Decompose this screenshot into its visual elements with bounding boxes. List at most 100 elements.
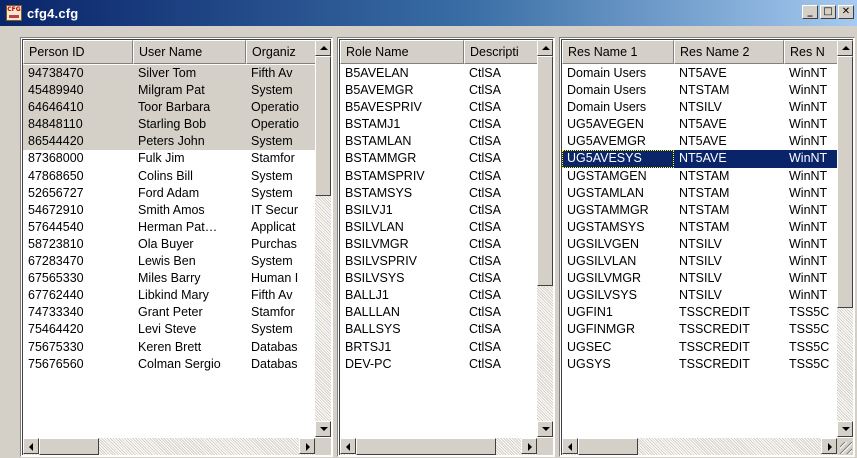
scroll-right-button[interactable]	[821, 438, 837, 454]
role-row[interactable]: BSTAMMGR CtlSA	[340, 150, 538, 167]
person-row[interactable]: 74733340 Grant Peter Stamfor	[23, 304, 316, 321]
role-row[interactable]: B5AVEMGR CtlSA	[340, 82, 538, 99]
person-row[interactable]: 75676560 Colman Sergio Databas	[23, 356, 316, 373]
column-header-res-name-2[interactable]: Res Name 2	[674, 40, 784, 64]
minimize-button[interactable]: _	[802, 5, 818, 19]
role-row[interactable]: BRTSJ1 CtlSA	[340, 339, 538, 356]
scroll-up-button[interactable]	[315, 40, 331, 56]
resource-row[interactable]: UGSILVMGR NTSILV WinNT	[562, 270, 840, 287]
role-row[interactable]: BSILVSPRIV CtlSA	[340, 253, 538, 270]
role-row[interactable]: BSILVSYS CtlSA	[340, 270, 538, 287]
roles-vertical-scrollbar[interactable]	[537, 40, 553, 437]
resource-row[interactable]: Domain Users NT5AVE WinNT	[562, 65, 840, 82]
column-header-user-name[interactable]: User Name	[133, 40, 246, 64]
person-row[interactable]: 47868650 Colins Bill System	[23, 168, 316, 185]
role-row[interactable]: BSILVLAN CtlSA	[340, 219, 538, 236]
person-row[interactable]: 45489940 Milgram Pat System	[23, 82, 316, 100]
person-row[interactable]: 86544420 Peters John System	[23, 133, 316, 151]
role-row[interactable]: BSILVMGR CtlSA	[340, 236, 538, 253]
role-row[interactable]: B5AVESPRIV CtlSA	[340, 99, 538, 116]
person-row[interactable]: 94738470 Silver Tom Fifth Av	[23, 65, 316, 83]
scroll-thumb-horizontal[interactable]	[39, 438, 99, 455]
role-row[interactable]: BSTAMLAN CtlSA	[340, 133, 538, 150]
scroll-down-button[interactable]	[537, 421, 553, 437]
role-row[interactable]: DEV-PC CtlSA	[340, 356, 538, 373]
person-row[interactable]: 67762440 Libkind Mary Fifth Av	[23, 287, 316, 304]
column-header-res-name-1[interactable]: Res Name 1	[562, 40, 674, 64]
person-row[interactable]: 52656727 Ford Adam System	[23, 185, 316, 202]
resources-horizontal-scrollbar[interactable]	[562, 438, 837, 455]
resource-row[interactable]: UGSEC TSSCREDIT TSS5C	[562, 339, 840, 356]
organization-cell: Stamfor	[251, 305, 295, 320]
resource-row[interactable]: Domain Users NTSTAM WinNT	[562, 82, 840, 99]
scroll-right-button[interactable]	[521, 438, 537, 454]
title-bar[interactable]: CFG cfg4.cfg _ □ ✕	[0, 0, 857, 26]
role-row[interactable]: BSTAMJ1 CtlSA	[340, 116, 538, 133]
role-row[interactable]: BSILVJ1 CtlSA	[340, 202, 538, 219]
scroll-left-button[interactable]	[562, 438, 578, 454]
scroll-thumb[interactable]	[537, 56, 553, 286]
resource-row[interactable]: UGSTAMGEN NTSTAM WinNT	[562, 168, 840, 185]
people-horizontal-scrollbar[interactable]	[23, 438, 315, 455]
scroll-thumb[interactable]	[315, 56, 331, 196]
resource-row[interactable]: UG5AVESYS NT5AVE WinNT	[562, 150, 840, 168]
roles-list-pane[interactable]: Role Name Descripti B5AVELAN CtlSA B5AVEMG…	[337, 37, 555, 457]
resources-vertical-scrollbar[interactable]	[837, 40, 853, 437]
person-row[interactable]: 54672910 Smith Amos IT Secur	[23, 202, 316, 219]
column-header-description[interactable]: Descripti	[464, 40, 538, 64]
person-row[interactable]: 58723810 Ola Buyer Purchas	[23, 236, 316, 253]
person-row[interactable]: 75464420 Levi Steve System	[23, 321, 316, 338]
role-row[interactable]: BSTAMSPRIV CtlSA	[340, 168, 538, 185]
maximize-button[interactable]: □	[820, 5, 836, 19]
column-header-person-id[interactable]: Person ID	[23, 40, 133, 64]
role-row[interactable]: BALLSYS CtlSA	[340, 321, 538, 338]
person-row[interactable]: 87368000 Fulk Jim Stamfor	[23, 150, 316, 167]
resource-row[interactable]: UG5AVEMGR NT5AVE WinNT	[562, 133, 840, 150]
person-row[interactable]: 57644540 Herman Pat… Applicat	[23, 219, 316, 236]
resource-row[interactable]: UGSYS TSSCREDIT TSS5C	[562, 356, 840, 373]
column-header-res-name-3[interactable]: Res N	[784, 40, 840, 64]
resource-row[interactable]: UGFIN1 TSSCREDIT TSS5C	[562, 304, 840, 321]
scroll-up-button[interactable]	[837, 40, 853, 56]
resource-row[interactable]: UGSILVGEN NTSILV WinNT	[562, 236, 840, 253]
scroll-thumb[interactable]	[837, 56, 853, 308]
scroll-down-button[interactable]	[837, 421, 853, 437]
role-row[interactable]: BALLJ1 CtlSA	[340, 287, 538, 304]
people-vertical-scrollbar[interactable]	[315, 40, 331, 437]
resources-list-pane[interactable]: Res Name 1 Res Name 2 Res N Domain Users…	[559, 37, 855, 457]
scroll-thumb-horizontal[interactable]	[356, 438, 496, 455]
role-row[interactable]: BSTAMSYS CtlSA	[340, 185, 538, 202]
role-row[interactable]: BALLLAN CtlSA	[340, 304, 538, 321]
resource-row[interactable]: Domain Users NTSILV WinNT	[562, 99, 840, 116]
roles-horizontal-scrollbar[interactable]	[340, 438, 537, 455]
role-name-cell: BSILVSPRIV	[345, 254, 418, 269]
person-row[interactable]: 64646410 Toor Barbara Operatio	[23, 99, 316, 117]
resource-row[interactable]: UGSTAMSYS NTSTAM WinNT	[562, 219, 840, 236]
resource-row[interactable]: UGSILVLAN NTSILV WinNT	[562, 253, 840, 270]
scroll-thumb-horizontal[interactable]	[578, 438, 638, 455]
column-header-organization[interactable]: Organiz	[246, 40, 316, 64]
resource-row[interactable]: UG5AVEGEN NT5AVE WinNT	[562, 116, 840, 133]
res-name-1-cell: UGSYS	[567, 356, 611, 371]
column-header-role-name[interactable]: Role Name	[340, 40, 464, 64]
scroll-right-button[interactable]	[299, 438, 315, 454]
scroll-up-button[interactable]	[537, 40, 553, 56]
resource-row[interactable]: UGSTAMLAN NTSTAM WinNT	[562, 185, 840, 202]
resource-row[interactable]: UGSTAMMGR NTSTAM WinNT	[562, 202, 840, 219]
res-name-2-cell: NT5AVE	[679, 151, 727, 166]
resource-row[interactable]: UGFINMGR TSSCREDIT TSS5C	[562, 321, 840, 338]
close-button[interactable]: ✕	[838, 5, 854, 19]
minimize-icon: _	[807, 6, 813, 17]
res-name-3-cell: TSS5C	[789, 356, 830, 371]
scroll-left-button[interactable]	[23, 438, 39, 454]
size-grip-corner[interactable]	[837, 438, 853, 455]
person-row[interactable]: 67283470 Lewis Ben System	[23, 253, 316, 270]
person-row[interactable]: 67565330 Miles Barry Human I	[23, 270, 316, 287]
scroll-down-button[interactable]	[315, 421, 331, 437]
resource-row[interactable]: UGSILVSYS NTSILV WinNT	[562, 287, 840, 304]
role-row[interactable]: B5AVELAN CtlSA	[340, 65, 538, 82]
person-row[interactable]: 75675330 Keren Brett Databas	[23, 339, 316, 356]
person-row[interactable]: 84848110 Starling Bob Operatio	[23, 116, 316, 134]
scroll-left-button[interactable]	[340, 438, 356, 454]
people-list-pane[interactable]: Person ID User Name Organiz 94738470 Silv…	[20, 37, 333, 457]
